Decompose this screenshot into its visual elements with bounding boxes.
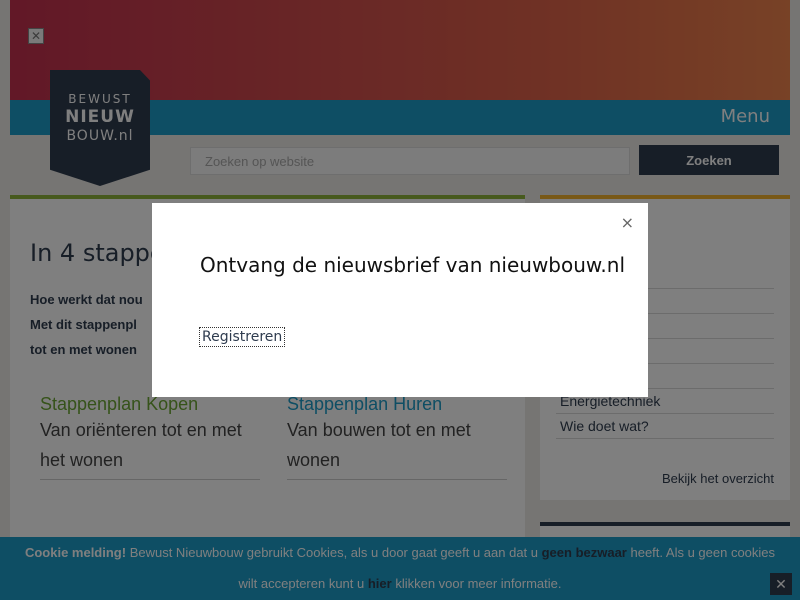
modal-title: Ontvang de nieuwsbrief van nieuwbouw.nl — [200, 253, 626, 277]
newsletter-modal: × Ontvang de nieuwsbrief van nieuwbouw.n… — [152, 203, 648, 397]
close-icon[interactable]: × — [621, 213, 634, 232]
register-link[interactable]: Registreren — [199, 327, 286, 347]
